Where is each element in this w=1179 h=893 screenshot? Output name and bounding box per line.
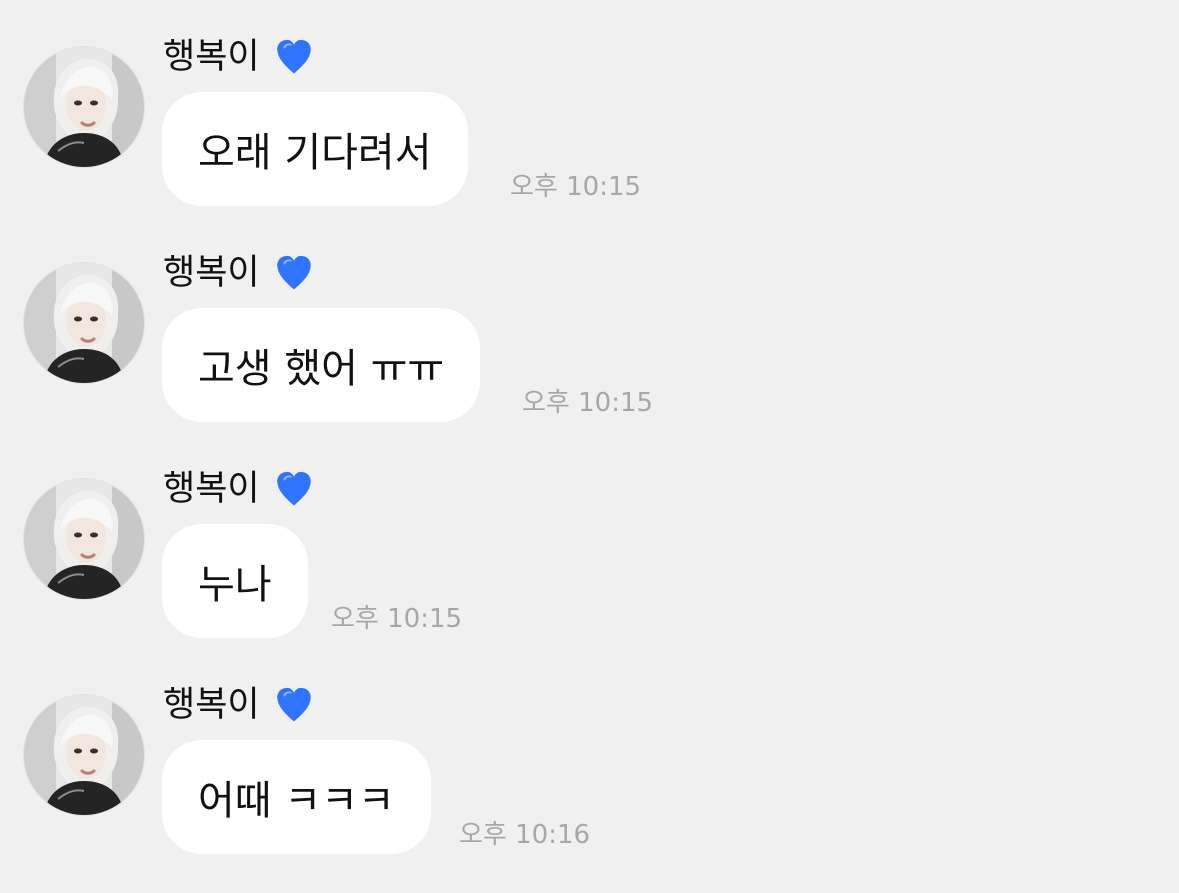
profile-photo-icon <box>24 263 144 383</box>
message-time: 오후 10:15 <box>331 604 463 634</box>
sender-name-text: 행복이 <box>163 685 260 725</box>
chat-message: 행복이 고생 했어 ㅠㅠ 오후 10:15 <box>0 216 1179 432</box>
message-text: 고생 했어 ㅠㅠ <box>198 346 445 392</box>
avatar[interactable] <box>24 47 144 167</box>
message-text: 누나 <box>198 562 272 608</box>
sender-name-text: 행복이 <box>163 469 260 509</box>
blue-heart-icon <box>272 35 316 79</box>
sender-name-text: 행복이 <box>163 253 260 293</box>
blue-heart-icon <box>272 683 316 727</box>
blue-heart-icon <box>272 251 316 295</box>
profile-photo-icon <box>24 47 144 167</box>
message-bubble[interactable]: 어때 ㅋㅋㅋ <box>162 740 431 854</box>
chat-message: 행복이 오래 기다려서 오후 10:15 <box>0 0 1179 216</box>
profile-photo-icon <box>24 695 144 815</box>
message-text: 오래 기다려서 <box>198 130 432 176</box>
message-time: 오후 10:15 <box>522 388 654 418</box>
message-text: 어때 ㅋㅋㅋ <box>198 778 395 824</box>
sender-name: 행복이 <box>163 682 316 728</box>
blue-heart-icon <box>272 467 316 511</box>
message-time: 오후 10:16 <box>459 820 591 850</box>
sender-name-text: 행복이 <box>163 37 260 77</box>
message-bubble[interactable]: 누나 <box>162 524 308 638</box>
avatar[interactable] <box>24 263 144 383</box>
avatar[interactable] <box>24 479 144 599</box>
sender-name: 행복이 <box>163 250 316 296</box>
chat-message: 행복이 누나 오후 10:15 <box>0 432 1179 648</box>
message-bubble[interactable]: 오래 기다려서 <box>162 92 468 206</box>
chat-message: 행복이 어때 ㅋㅋㅋ 오후 10:16 <box>0 648 1179 864</box>
message-time: 오후 10:15 <box>510 172 642 202</box>
avatar[interactable] <box>24 695 144 815</box>
message-bubble[interactable]: 고생 했어 ㅠㅠ <box>162 308 481 422</box>
sender-name: 행복이 <box>163 34 316 80</box>
sender-name: 행복이 <box>163 466 316 512</box>
profile-photo-icon <box>24 479 144 599</box>
